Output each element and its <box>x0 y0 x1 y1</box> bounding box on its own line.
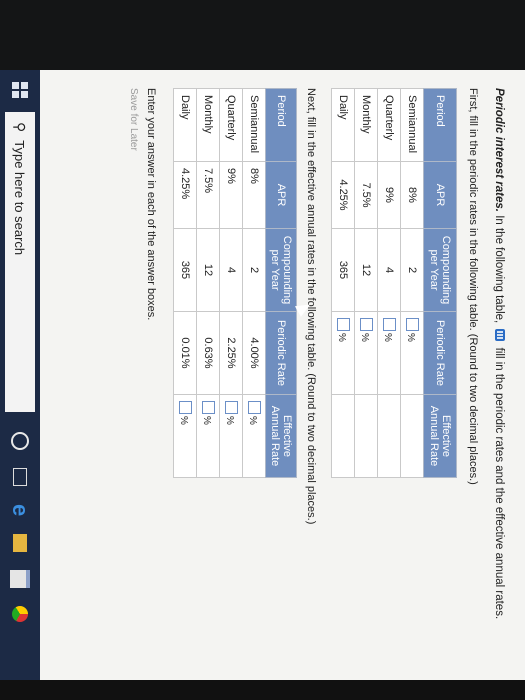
row-comp: 4 <box>377 228 401 312</box>
row-period: Monthly <box>196 88 220 162</box>
row-period: Quarterly <box>377 88 401 162</box>
empty-cell <box>400 394 424 478</box>
row-period: Semiannual <box>242 88 266 162</box>
periodic-rate-answer-cell: % <box>400 311 424 395</box>
periodic-rate-table: Period APR Compounding per Year Periodic… <box>331 88 457 478</box>
empty-cell <box>354 394 378 478</box>
row-periodic-rate: 0.01% <box>173 311 197 395</box>
col-apr: APR <box>265 161 297 229</box>
windows-start-icon[interactable] <box>12 82 28 98</box>
row-periodic-rate: 0.63% <box>196 311 220 395</box>
table-row: Daily 4.25% 365 % <box>331 88 355 478</box>
answer-input[interactable] <box>360 318 373 331</box>
cortana-icon[interactable] <box>11 432 29 450</box>
row-comp: 2 <box>242 228 266 312</box>
percent-sign: % <box>382 333 393 342</box>
file-explorer-icon[interactable] <box>13 534 27 553</box>
taskbar-search-box[interactable]: ⚲ Type here to search <box>5 112 35 412</box>
answer-input[interactable] <box>337 318 350 331</box>
col-apr: APR <box>423 161 457 229</box>
percent-sign: % <box>247 416 258 425</box>
row-comp: 365 <box>173 228 197 312</box>
table-row: Semiannual 8% 2 % <box>400 88 424 478</box>
percent-sign: % <box>336 333 347 342</box>
effective-rate-answer-cell: % <box>196 394 220 478</box>
row-period: Daily <box>173 88 197 162</box>
windows-taskbar: ⚲ Type here to search e <box>0 70 40 680</box>
empty-cell <box>331 394 355 478</box>
periodic-rate-answer-cell: % <box>354 311 378 395</box>
col-periodic-rate: Periodic Rate <box>423 311 457 395</box>
table-grid-icon[interactable] <box>495 329 505 342</box>
col-effective-rate: Effective Annual Rate <box>423 394 457 478</box>
col-periodic-rate: Periodic Rate <box>265 311 297 395</box>
row-apr: 8% <box>242 161 266 229</box>
answer-input[interactable] <box>225 401 238 414</box>
row-period: Quarterly <box>219 88 243 162</box>
save-for-later-link[interactable]: Save for Later <box>128 88 139 588</box>
question-intro-2: fill in the periodic rates and the effec… <box>493 347 505 620</box>
empty-cell <box>377 394 401 478</box>
part1-instruction: First, fill in the periodic rates in the… <box>467 88 479 485</box>
question-heading: Periodic interest rates. In the followin… <box>493 88 505 619</box>
monitor-bezel <box>0 0 525 70</box>
effective-rate-answer-cell: % <box>242 394 266 478</box>
search-placeholder: Type here to search <box>12 140 28 256</box>
row-apr: 4.25% <box>173 161 197 229</box>
row-period: Monthly <box>354 88 378 162</box>
col-period: Period <box>265 88 297 162</box>
chrome-icon[interactable] <box>12 606 28 623</box>
col-compounding: Compounding per Year <box>265 228 297 312</box>
table-row: Monthly 7.5% 12 0.63% % <box>196 88 220 478</box>
effective-rate-table: Period APR Compounding per Year Periodic… <box>173 88 297 478</box>
row-period: Daily <box>331 88 355 162</box>
col-compounding: Compounding per Year <box>423 228 457 312</box>
row-period: Semiannual <box>400 88 424 162</box>
question-title: Periodic interest rates. <box>493 88 505 212</box>
table-row: Daily 4.25% 365 0.01% % <box>173 88 197 478</box>
table-row: Monthly 7.5% 12 % <box>354 88 378 478</box>
row-apr: 9% <box>377 161 401 229</box>
percent-sign: % <box>359 333 370 342</box>
task-view-icon[interactable] <box>13 468 27 486</box>
col-effective-rate: Effective Annual Rate <box>265 394 297 478</box>
answer-input[interactable] <box>248 401 261 414</box>
edge-browser-icon[interactable]: e <box>8 504 33 516</box>
answer-input[interactable] <box>202 401 215 414</box>
periodic-rate-answer-cell: % <box>377 311 401 395</box>
row-comp: 365 <box>331 228 355 312</box>
answer-input[interactable] <box>406 318 419 331</box>
percent-sign: % <box>178 416 189 425</box>
row-comp: 12 <box>196 228 220 312</box>
answer-input[interactable] <box>179 401 192 414</box>
effective-rate-answer-cell: % <box>219 394 243 478</box>
table-row: Semiannual 8% 2 4.00% % <box>242 88 266 478</box>
percent-sign: % <box>405 333 416 342</box>
part2-instruction: Next, fill in the effective annual rates… <box>305 88 317 525</box>
store-icon[interactable] <box>10 570 30 589</box>
browser-screen: Periodic interest rates. In the followin… <box>0 70 525 680</box>
row-periodic-rate: 4.00% <box>242 311 266 395</box>
row-apr: 9% <box>219 161 243 229</box>
row-apr: 7.5% <box>354 161 378 229</box>
row-comp: 2 <box>400 228 424 312</box>
row-apr: 4.25% <box>331 161 355 229</box>
row-periodic-rate: 2.25% <box>219 311 243 395</box>
percent-sign: % <box>224 416 235 425</box>
answer-input[interactable] <box>383 318 396 331</box>
row-comp: 12 <box>354 228 378 312</box>
row-comp: 4 <box>219 228 243 312</box>
row-apr: 8% <box>400 161 424 229</box>
row-apr: 7.5% <box>196 161 220 229</box>
periodic-rate-answer-cell: % <box>331 311 355 395</box>
answer-instruction: Enter your answer in each of the answer … <box>145 88 157 321</box>
search-icon: ⚲ <box>12 122 29 133</box>
table-row: Quarterly 9% 4 2.25% % <box>219 88 243 478</box>
question-content: Periodic interest rates. In the followin… <box>128 88 505 619</box>
effective-rate-answer-cell: % <box>173 394 197 478</box>
percent-sign: % <box>201 416 212 425</box>
col-period: Period <box>423 88 457 162</box>
table-row: Quarterly 9% 4 % <box>377 88 401 478</box>
question-intro: In the following table, <box>493 215 505 324</box>
